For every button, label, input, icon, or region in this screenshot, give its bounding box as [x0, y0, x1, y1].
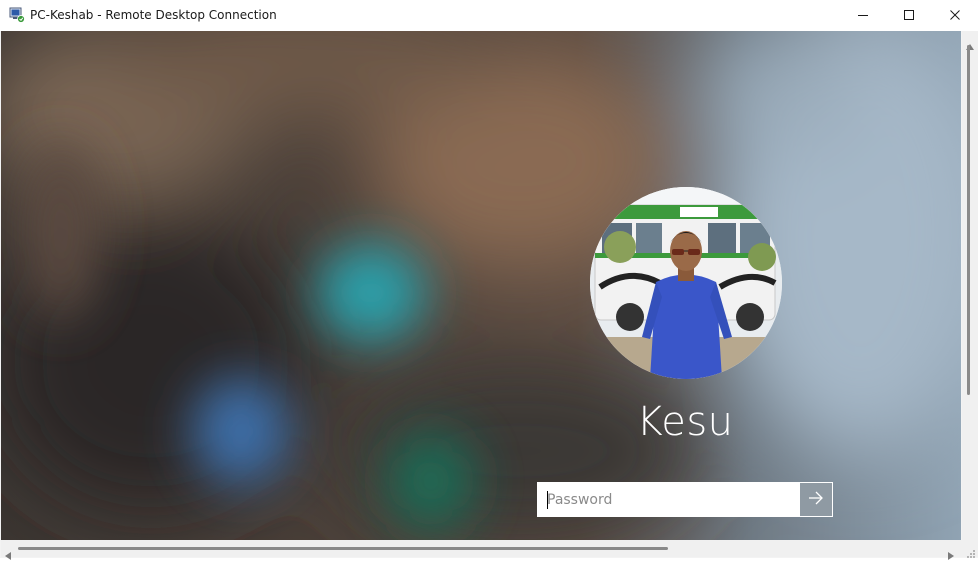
user-photo [590, 187, 782, 379]
resize-grip[interactable] [962, 540, 978, 558]
close-button[interactable] [932, 0, 978, 31]
blurred-wallpaper [1, 31, 961, 540]
text-caret [547, 491, 548, 509]
user-avatar [590, 187, 782, 379]
remote-desktop-icon [9, 7, 25, 23]
minimize-button[interactable] [840, 0, 886, 31]
vertical-scrollbar[interactable] [962, 31, 978, 540]
vertical-scroll-thumb[interactable] [967, 45, 970, 395]
horizontal-scrollbar[interactable] [1, 540, 962, 560]
remote-desktop-window: PC-Keshab - Remote Desktop Connection Ke… [0, 0, 978, 560]
user-name: Kesu [636, 399, 734, 445]
close-icon [949, 6, 961, 25]
scroll-left-arrow-icon[interactable] [5, 545, 11, 564]
submit-button[interactable] [800, 483, 832, 516]
horizontal-scroll-thumb[interactable] [18, 547, 668, 550]
window-title: PC-Keshab - Remote Desktop Connection [30, 8, 277, 22]
remote-lock-screen[interactable]: Kesu [1, 31, 961, 540]
password-box [537, 482, 833, 517]
title-bar[interactable]: PC-Keshab - Remote Desktop Connection [0, 0, 978, 31]
scroll-right-arrow-icon[interactable] [948, 545, 954, 564]
arrow-right-icon [807, 489, 825, 511]
password-input[interactable] [538, 483, 800, 516]
maximize-button[interactable] [886, 0, 932, 31]
minimize-icon [857, 6, 869, 25]
resize-grip-icon [966, 544, 976, 563]
maximize-icon [903, 6, 915, 25]
